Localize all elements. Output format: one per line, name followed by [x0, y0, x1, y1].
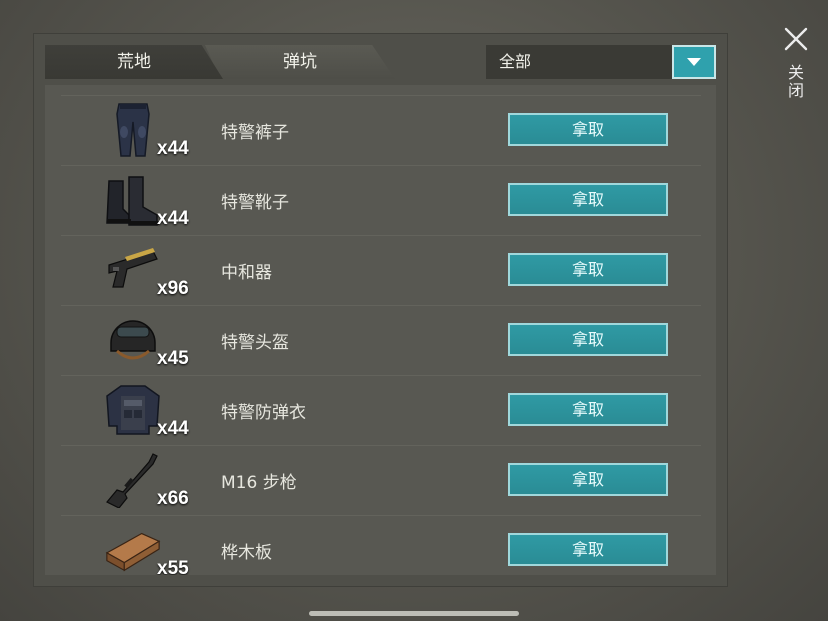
tab-label: 荒地	[117, 52, 151, 72]
take-button[interactable]: 拿取	[508, 113, 668, 146]
take-button[interactable]: 拿取	[508, 323, 668, 356]
item-name: M16 步枪	[221, 473, 297, 493]
take-button[interactable]: 拿取	[508, 463, 668, 496]
location-tabs: 弹坑 荒地	[45, 45, 425, 79]
close-button[interactable]	[781, 24, 811, 54]
take-button[interactable]: 拿取	[508, 253, 668, 286]
item-name: 特警裤子	[221, 123, 289, 143]
item-name: 特警头盔	[221, 333, 289, 353]
list-divider	[61, 85, 701, 96]
item-name: 特警靴子	[221, 193, 289, 213]
tab-label: 弹坑	[283, 52, 317, 72]
filter-dropdown[interactable]: 全部	[486, 45, 716, 79]
item-name: 特警防弹衣	[221, 403, 306, 423]
take-button[interactable]: 拿取	[508, 393, 668, 426]
tab-crater[interactable]: 弹坑	[205, 45, 395, 79]
close-icon	[784, 27, 808, 51]
item-quantity: x45	[157, 348, 189, 369]
item-quantity: x96	[157, 278, 189, 299]
item-quantity: x66	[157, 488, 189, 509]
list-item: x96 中和器 拿取	[61, 236, 701, 306]
list-item: x44 特警防弹衣 拿取	[61, 376, 701, 446]
item-name: 中和器	[221, 263, 272, 283]
item-list[interactable]: x44 特警裤子 拿取 x44 特警靴子 拿取 x96 中和器 拿取 x45 特…	[45, 85, 716, 575]
loot-panel: 弹坑 荒地 全部 x44 特警裤子 拿取 x44 特警靴子 拿取 x96 中和器…	[33, 33, 728, 587]
plank-icon	[103, 521, 163, 575]
chevron-down-icon	[687, 58, 701, 66]
list-item: x45 特警头盔 拿取	[61, 306, 701, 376]
helmet-icon	[103, 311, 163, 369]
item-quantity: x44	[157, 138, 189, 159]
take-button[interactable]: 拿取	[508, 183, 668, 216]
item-quantity: x44	[157, 418, 189, 439]
dropdown-toggle-button[interactable]	[672, 45, 716, 79]
filter-selected-value: 全部	[499, 52, 532, 71]
pants-icon	[103, 101, 163, 159]
list-item: x55 桦木板 拿取	[61, 516, 701, 575]
boots-icon	[103, 171, 163, 229]
list-item: x66 M16 步枪 拿取	[61, 446, 701, 516]
pistol-icon	[103, 241, 163, 299]
item-quantity: x55	[157, 558, 189, 575]
tab-wasteland[interactable]: 荒地	[45, 45, 223, 79]
item-name: 桦木板	[221, 543, 272, 563]
take-button[interactable]: 拿取	[508, 533, 668, 566]
item-quantity: x44	[157, 208, 189, 229]
list-item: x44 特警裤子 拿取	[61, 96, 701, 166]
list-item: x44 特警靴子 拿取	[61, 166, 701, 236]
vest-icon	[103, 381, 163, 439]
close-label[interactable]: 关闭	[785, 64, 806, 100]
home-indicator[interactable]	[309, 611, 519, 616]
rifle-icon	[103, 451, 163, 509]
